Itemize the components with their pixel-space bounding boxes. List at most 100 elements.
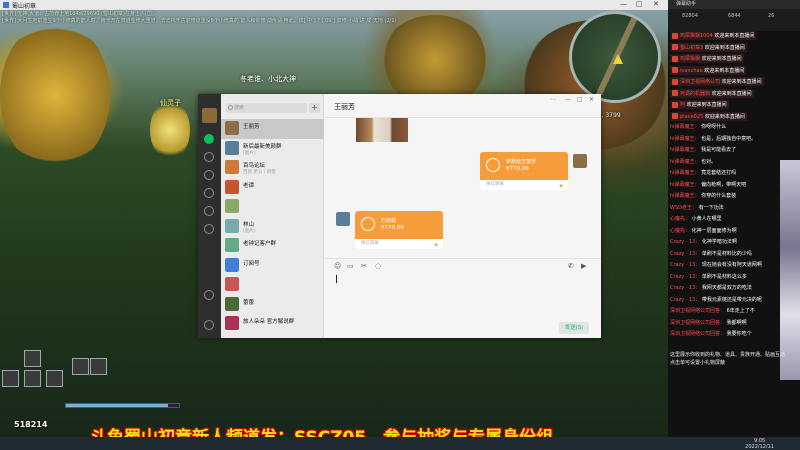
- taskbar-clock[interactable]: 9:05 2022/12/11: [745, 438, 774, 450]
- close-button[interactable]: ✕: [653, 0, 659, 8]
- conversation-item[interactable]: 老谭: [221, 178, 324, 198]
- danmaku-user: 深圳卫视网络公司回答：: [670, 319, 726, 326]
- conversation-name: 林山: [243, 221, 255, 228]
- avatar: [573, 154, 587, 168]
- conversation-item[interactable]: 王丽芳: [221, 119, 324, 139]
- danmaku-message: Crazy · 13： 单刷不是材料这么多: [670, 273, 747, 280]
- chat-line: [世界] 大月生地前重生9个小修真的能人时，俯卡开在双道金修大重道，去去找千古前…: [2, 18, 397, 24]
- conversation-item[interactable]: 订阅号: [221, 256, 324, 276]
- danmaku-text: 欢迎来到本直播间: [714, 33, 755, 39]
- user-badge-icon: [672, 67, 678, 73]
- avatar: [225, 238, 239, 252]
- health-bar: [65, 403, 180, 408]
- footer-line: 点击单可设置小礼物屏蔽: [670, 360, 726, 366]
- mini-program-icon[interactable]: [204, 224, 214, 234]
- contacts-icon[interactable]: [204, 152, 214, 162]
- conversation-item[interactable]: [221, 275, 324, 295]
- send-button[interactable]: 发送(S): [559, 322, 589, 334]
- danmaku-panel: 弹幕助手 82804 6844 26 鸡屎飘飘1004 欢迎来到本直播间 蜀山初章…: [668, 0, 800, 437]
- image-message[interactable]: [356, 118, 408, 142]
- conversation-item[interactable]: 百鸟论坛 百货 老公 / 问答: [221, 158, 324, 178]
- phone-icon[interactable]: [204, 290, 214, 300]
- danmaku-message: WSD老王： 有一下功法: [670, 204, 724, 211]
- conversation-item[interactable]: 老钟记客户群: [221, 236, 324, 256]
- favorites-icon[interactable]: [204, 170, 214, 180]
- minimize-button[interactable]: —: [565, 96, 571, 103]
- panel-title: 弹幕助手: [668, 0, 800, 9]
- emoji-icon[interactable]: ☺: [334, 262, 341, 270]
- chat-panel: 王丽芳 ⋯ — □ ✕ 转账给王丽芳 ¥770.00 微信转账 ◉ 已收款 ¥77…: [325, 94, 601, 338]
- skill-slot[interactable]: [72, 358, 89, 375]
- danmaku-message: 深圳卫视网络公司 欢迎来到本直播间: [670, 77, 764, 86]
- minimap[interactable]: [569, 11, 661, 103]
- search-placeholder: 搜索: [234, 105, 245, 111]
- danmaku-user: 鸡屎飘飘1004: [680, 33, 713, 39]
- chat-line: [世界] 无神 大道：古前修士地1d4d/29690 (蜀山初章)在身上人(国)…: [2, 11, 159, 17]
- conversation-item[interactable]: 新后最新美颜群 [图片]: [221, 139, 324, 159]
- voice-call-icon[interactable]: ✆: [568, 262, 574, 270]
- avatar[interactable]: [202, 108, 217, 123]
- danmaku-text: 你穿的什么套装: [701, 193, 737, 199]
- danmaku-user: 心魔先：: [670, 227, 691, 234]
- chat-history-icon[interactable]: ◌: [375, 262, 381, 270]
- danmaku-message: Crazy · 13： 现在她会有没有阿天道网啊: [670, 261, 762, 268]
- player-arrow-icon: [613, 54, 623, 64]
- moments-icon[interactable]: [204, 206, 214, 216]
- danmaku-text: 带我元素链还是带元决的呢: [701, 296, 762, 303]
- scissors-icon[interactable]: ✂: [361, 262, 367, 270]
- danmaku-user: 阿: [680, 102, 686, 108]
- danmaku-message: 深圳卫视网络公司回答： 我都啊啊: [670, 319, 747, 326]
- taskbar: 9:05 2022/12/11: [0, 437, 800, 450]
- danmaku-message: hi弹幕魔王： 也对。: [670, 158, 716, 165]
- conversation-name: 王丽芳: [243, 124, 260, 130]
- wechat-pay-icon: ◉: [559, 184, 563, 189]
- danmaku-user: Crazy · 13：: [670, 285, 701, 291]
- transfer-message-sent[interactable]: 转账给王丽芳 ¥770.00 微信转账 ◉: [480, 152, 568, 190]
- stat-value: 82804: [682, 13, 698, 19]
- danmaku-text: 现在她会有没有阿天道网啊: [701, 262, 762, 268]
- conversation-item[interactable]: [221, 197, 324, 217]
- tree-foliage: [0, 20, 110, 170]
- panel-stats: 82804 6844 26: [668, 9, 800, 31]
- danmaku-text: 欢迎来到本直播间: [711, 90, 752, 97]
- skill-hotbar: [2, 350, 107, 420]
- conversation-item[interactable]: 林山 [图片]: [221, 217, 324, 237]
- panel-footer: 这里展示你收到的礼物、道具、贵族开通、贴画互动 点击单可设置小礼物屏蔽: [670, 351, 798, 367]
- close-button[interactable]: ✕: [589, 96, 594, 103]
- conversation-item[interactable]: 旅人朵朵 官方解说群: [221, 314, 324, 334]
- add-button[interactable]: +: [309, 103, 320, 113]
- files-icon[interactable]: [204, 188, 214, 198]
- avatar: [225, 121, 239, 135]
- player-level: 518214: [14, 420, 48, 429]
- danmaku-text: 偏向枪啊，带啊天吧: [701, 181, 747, 188]
- text-input[interactable]: [336, 275, 337, 283]
- avatar: [225, 160, 239, 174]
- conversation-item[interactable]: 蕾蕾: [221, 295, 324, 315]
- danmaku-text: 欢迎来到本直播间: [704, 113, 745, 120]
- maximize-button[interactable]: □: [636, 0, 643, 8]
- game-window-title: 蜀山初章: [12, 2, 37, 10]
- footer-line: 这里展示你收到的礼物、道具、贵族开通、贴画互动: [670, 352, 786, 358]
- danmaku-text: 我是可能看去了: [701, 147, 737, 153]
- video-call-icon[interactable]: ▶: [581, 262, 586, 270]
- skill-slot[interactable]: [24, 370, 41, 387]
- more-button[interactable]: ⋯: [550, 96, 556, 103]
- chat-icon[interactable]: [204, 134, 214, 144]
- skill-slot[interactable]: [24, 350, 41, 367]
- conversation-preview: [图片]: [243, 228, 256, 234]
- minimize-button[interactable]: —: [620, 0, 627, 8]
- skill-slot[interactable]: [90, 358, 107, 375]
- skill-slot[interactable]: [46, 370, 63, 387]
- maximize-button[interactable]: □: [577, 96, 583, 103]
- game-icon: [3, 2, 9, 8]
- conversation-name: 老钟记客户群: [243, 241, 277, 247]
- avatar: [225, 140, 239, 155]
- danmaku-text: 也是，后期独自中意吧。: [701, 135, 757, 142]
- danmaku-text: 6年走上了不: [726, 308, 755, 314]
- transfer-message-received[interactable]: 已收款 ¥770.00 微信转账 ◉: [355, 211, 443, 249]
- menu-icon[interactable]: [204, 320, 214, 330]
- skill-slot[interactable]: [2, 370, 19, 387]
- folder-icon[interactable]: ▭: [347, 262, 354, 270]
- search-input[interactable]: 搜索: [226, 103, 307, 113]
- conversation-name: 旅人朵朵 官方解说群: [243, 319, 295, 325]
